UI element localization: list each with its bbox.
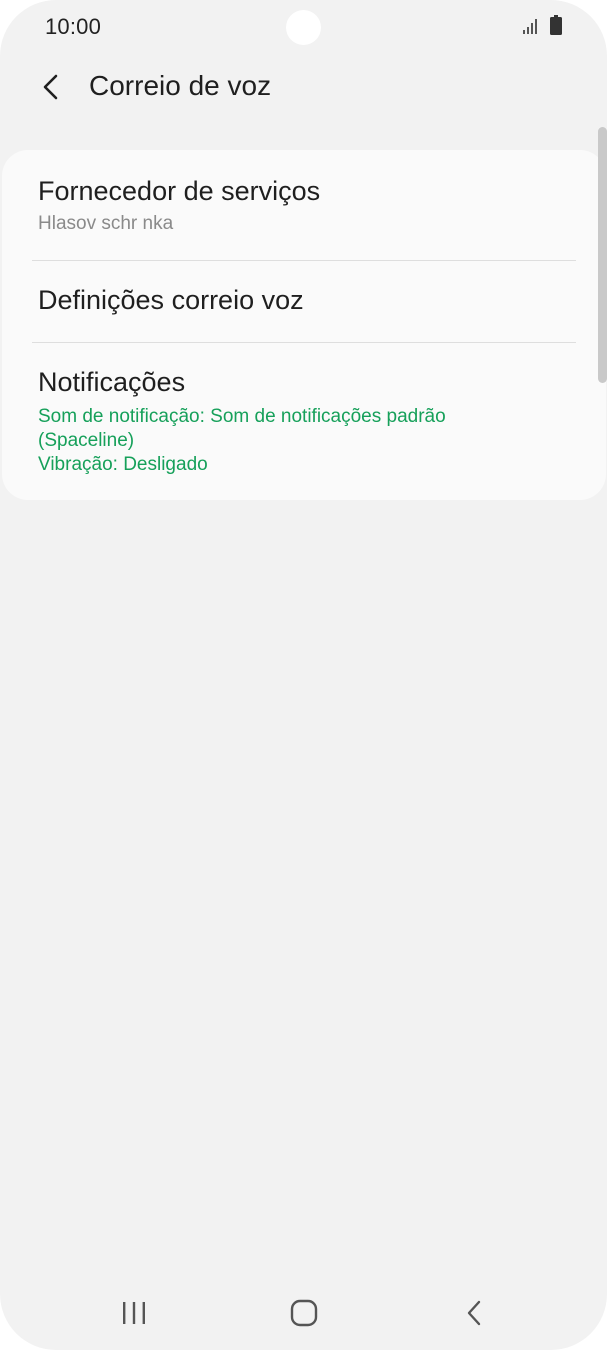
- settings-card: Fornecedor de serviços Hlasov schr nka D…: [2, 150, 606, 500]
- back-icon: [467, 1300, 481, 1326]
- notification-sound-value: Som de notificação: Som de notificações …: [38, 406, 446, 427]
- home-icon: [290, 1299, 318, 1327]
- voicemail-settings-item[interactable]: Definições correio voz: [2, 261, 606, 342]
- chevron-left-icon: [43, 74, 58, 100]
- status-time: 10:00: [45, 14, 102, 39]
- service-provider-title: Fornecedor de serviços: [38, 176, 321, 206]
- notifications-item[interactable]: Notificações Som de notificação: Som de …: [2, 343, 606, 500]
- back-button[interactable]: [30, 66, 72, 108]
- recents-button[interactable]: [104, 1290, 164, 1336]
- home-button[interactable]: [274, 1290, 334, 1336]
- camera-cutout: [286, 10, 321, 45]
- vibration-value: Vibração: Desligado: [38, 454, 208, 475]
- nav-back-button[interactable]: [444, 1290, 504, 1336]
- page-title: Correio de voz: [89, 70, 272, 101]
- signal-icon: [523, 19, 537, 34]
- status-bar: 10:00: [0, 0, 607, 56]
- scrollbar[interactable]: [598, 127, 607, 383]
- service-provider-item[interactable]: Fornecedor de serviços Hlasov schr nka: [2, 150, 606, 260]
- phone-screen: 10:00 Correio de voz Fornecedor de servi…: [0, 0, 607, 1350]
- battery-icon: [550, 15, 562, 35]
- recents-icon: [123, 1302, 145, 1324]
- notification-sound-value-cont: (Spaceline): [38, 430, 135, 451]
- app-bar: Correio de voz: [0, 58, 607, 118]
- service-provider-value: Hlasov schr nka: [38, 213, 174, 234]
- notifications-title: Notificações: [38, 367, 186, 397]
- voicemail-settings-title: Definições correio voz: [38, 285, 304, 315]
- navigation-bar: [0, 1280, 607, 1350]
